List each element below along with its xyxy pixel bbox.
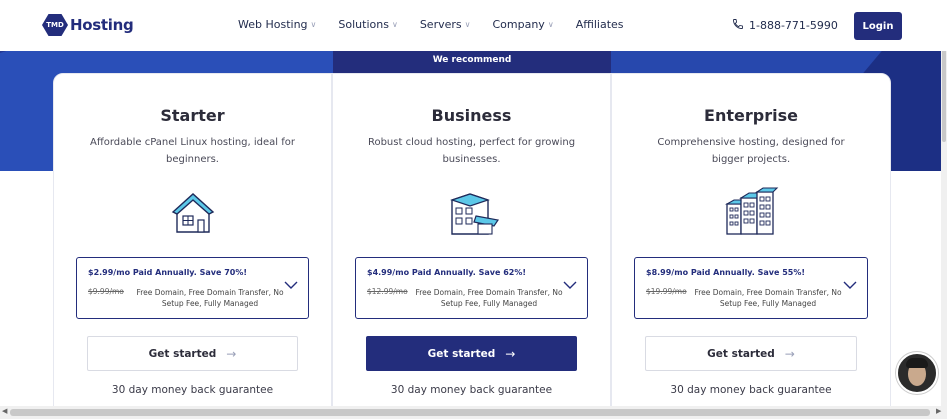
pricing-dropdown[interactable]: $8.99/mo Paid Annually. Save 55%! $19.99…: [634, 257, 868, 319]
arrow-right-icon: →: [784, 346, 795, 361]
features-text: Free Domain, Free Domain Transfer, No Se…: [415, 288, 563, 308]
features-text: Free Domain, Free Domain Transfer, No Se…: [136, 288, 284, 308]
plan-description: Robust cloud hosting, perfect for growin…: [367, 137, 576, 165]
chevron-down-icon: ∨: [310, 20, 317, 29]
nav-web-hosting[interactable]: Web Hosting ∨: [238, 18, 316, 31]
chevron-down-icon: [843, 278, 857, 294]
scroll-left-arrow-icon[interactable]: ◀: [2, 407, 7, 415]
plan-card-enterprise: Enterprise Comprehensive hosting, design…: [611, 73, 891, 419]
guarantee-text: 30 day money back guarantee: [670, 384, 832, 396]
avatar-hair: [906, 358, 928, 368]
scroll-right-arrow-icon[interactable]: ▶: [936, 407, 941, 415]
price-line: $2.99/mo Paid Annually. Save 70%!: [88, 268, 247, 277]
nav-label: Servers: [419, 18, 462, 31]
pricing-dropdown[interactable]: $4.99/mo Paid Annually. Save 62%! $12.99…: [355, 257, 588, 319]
arrow-right-icon: →: [226, 346, 237, 361]
chat-avatar[interactable]: [896, 352, 938, 394]
phone-number: 1-888-771-5990: [749, 19, 838, 32]
get-started-button[interactable]: Get started →: [366, 336, 577, 371]
phone-link[interactable]: 1-888-771-5990: [732, 18, 838, 33]
plan-title: Business: [431, 106, 512, 125]
cta-label: Get started: [707, 347, 775, 360]
guarantee-text: 30 day money back guarantee: [390, 384, 553, 396]
nav-affiliates[interactable]: Affiliates: [576, 18, 624, 31]
guarantee-text: 30 day money back guarantee: [111, 384, 274, 396]
site-header: TMD Hosting Web Hosting ∨ Solutions ∨ Se…: [0, 0, 947, 51]
plan-description: Affordable cPanel Linux hosting, ideal f…: [89, 137, 295, 165]
nav-company[interactable]: Company ∨: [492, 18, 553, 31]
cta-label: Get started: [148, 347, 217, 360]
features-text: Free Domain, Free Domain Transfer, No Se…: [694, 288, 842, 308]
old-price: $9.99/mo: [88, 287, 124, 296]
nav-label: Affiliates: [575, 18, 624, 31]
price-line: $4.99/mo Paid Annually. Save 62%!: [367, 268, 526, 277]
chevron-down-icon: [563, 278, 577, 294]
chevron-down-icon: ∨: [464, 20, 471, 29]
logo-badge: TMD: [42, 14, 68, 36]
nav-servers[interactable]: Servers ∨: [420, 18, 471, 31]
old-price: $19.99/mo: [646, 287, 687, 296]
arrow-right-icon: →: [505, 346, 516, 361]
get-started-button[interactable]: Get started →: [645, 336, 857, 371]
horizontal-scrollbar-thumb[interactable]: [10, 409, 930, 416]
chevron-down-icon: [284, 278, 298, 294]
main-nav: Web Hosting ∨ Solutions ∨ Servers ∨ Comp…: [238, 18, 646, 31]
nav-label: Solutions: [338, 18, 389, 31]
cta-label: Get started: [427, 347, 496, 360]
login-button[interactable]: Login: [854, 12, 902, 40]
plan-title: Enterprise: [704, 106, 798, 125]
plan-title: Starter: [160, 106, 225, 125]
nav-label: Company: [492, 18, 545, 31]
chevron-down-icon: ∨: [547, 20, 554, 29]
recommend-banner: We recommend: [333, 51, 611, 73]
plan-card-starter: Starter Affordable cPanel Linux hosting,…: [53, 73, 332, 419]
plan-description: Comprehensive hosting, designed for bigg…: [657, 137, 845, 165]
price-line: $8.99/mo Paid Annually. Save 55%!: [646, 268, 805, 277]
buildings-icon: [721, 186, 781, 240]
pricing-dropdown[interactable]: $2.99/mo Paid Annually. Save 70%! $9.99/…: [76, 257, 309, 319]
logo-text: Hosting: [70, 16, 134, 34]
house-icon: [163, 186, 223, 240]
nav-solutions[interactable]: Solutions ∨: [338, 18, 397, 31]
shop-icon: [442, 186, 502, 240]
site-logo[interactable]: TMD Hosting: [42, 14, 134, 36]
nav-label: Web Hosting: [238, 18, 308, 31]
get-started-button[interactable]: Get started →: [87, 336, 298, 371]
phone-icon: [732, 18, 744, 33]
chevron-down-icon: ∨: [391, 20, 398, 29]
old-price: $12.99/mo: [367, 287, 408, 296]
plan-card-business: Business Robust cloud hosting, perfect f…: [332, 73, 611, 419]
